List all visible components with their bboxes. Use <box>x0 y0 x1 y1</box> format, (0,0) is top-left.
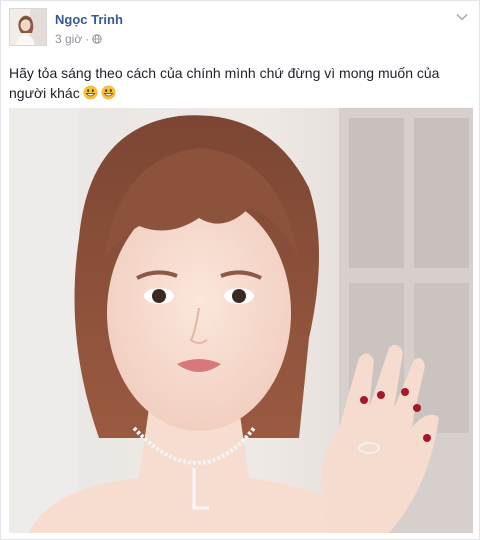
globe-icon <box>92 34 102 44</box>
post-message-text: Hãy tỏa sáng theo cách của chính mình ch… <box>9 65 440 101</box>
avatar-image <box>10 9 46 45</box>
grinning-face-icon <box>83 85 98 100</box>
chevron-down-icon[interactable] <box>455 12 469 22</box>
meta-separator: · <box>85 32 90 46</box>
facebook-post: Ngọc Trinh 3 giờ · Hãy tỏa sáng theo các… <box>0 0 480 540</box>
post-timestamp[interactable]: 3 giờ <box>55 32 82 46</box>
avatar[interactable] <box>9 8 47 46</box>
author-name[interactable]: Ngọc Trinh <box>55 12 123 27</box>
grinning-face-icon <box>101 85 116 100</box>
post-message: Hãy tỏa sáng theo cách của chính mình ch… <box>9 63 471 103</box>
portrait-photo <box>9 108 473 533</box>
post-photo[interactable] <box>9 108 473 533</box>
post-meta: 3 giờ · <box>55 32 102 46</box>
post-header: Ngọc Trinh 3 giờ · <box>1 1 479 59</box>
